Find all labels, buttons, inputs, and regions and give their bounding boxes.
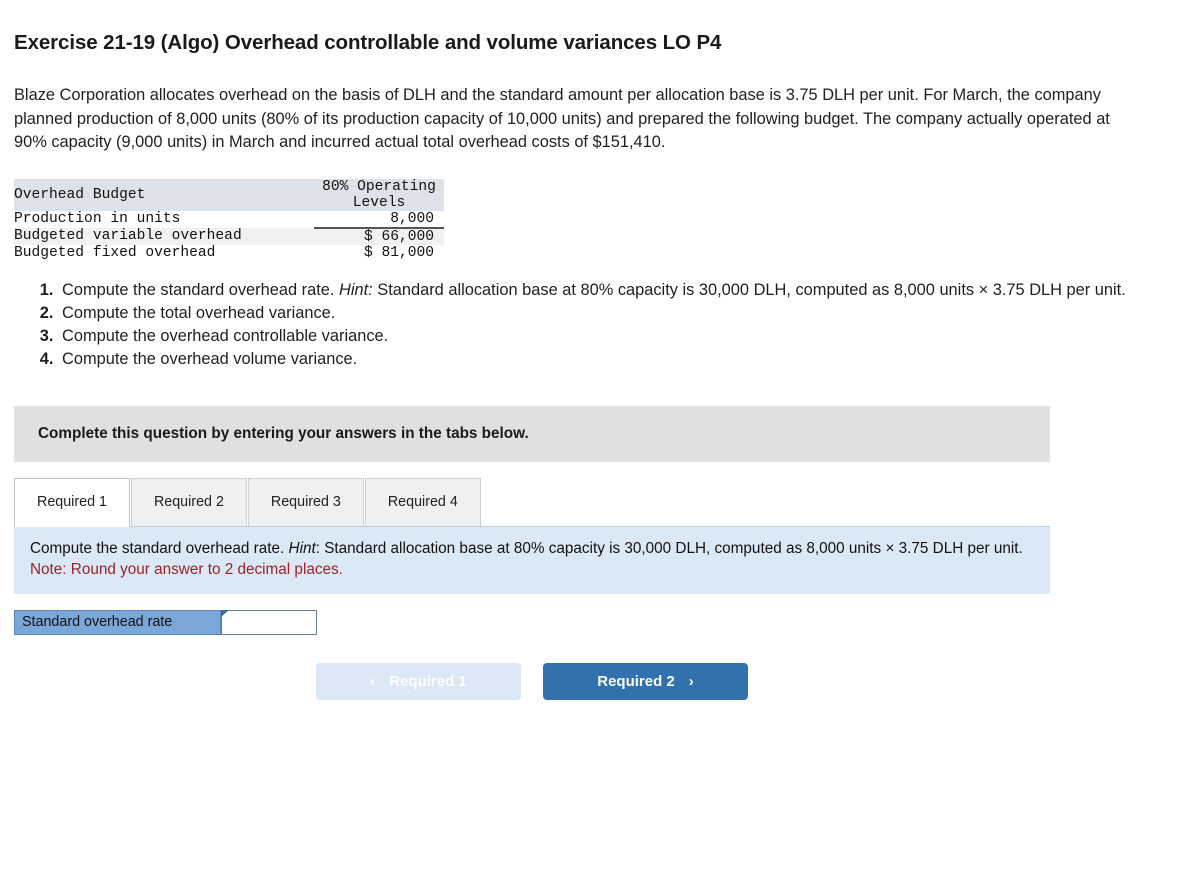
row-label: Budgeted variable overhead bbox=[14, 228, 242, 244]
table-header-label: Overhead Budget bbox=[14, 186, 146, 203]
tab-label: Required 4 bbox=[387, 493, 458, 510]
table-header-row: Overhead Budget 80% Operating Levels bbox=[14, 178, 444, 211]
answer-input-cell bbox=[221, 609, 317, 635]
intro-paragraph: Blaze Corporation allocates overhead on … bbox=[14, 86, 1110, 151]
exercise-page: Exercise 21-19 (Algo) Overhead controlla… bbox=[0, 31, 1200, 700]
tab-label: Required 2 bbox=[153, 493, 224, 510]
answer-row: Standard overhead rate bbox=[14, 609, 317, 635]
required-tabs: Required 1 Required 2 Required 3 Require… bbox=[14, 477, 1050, 527]
list-item: Compute the overhead volume variance. bbox=[58, 348, 1178, 370]
requirement-text-pre: Compute the overhead controllable varian… bbox=[62, 326, 389, 345]
requirements-list: Compute the standard overhead rate. Hint… bbox=[0, 279, 1178, 370]
page-title: Exercise 21-19 (Algo) Overhead controlla… bbox=[14, 31, 722, 54]
next-required-button[interactable]: Required 2 › bbox=[543, 662, 748, 700]
row-value: 8,000 bbox=[314, 210, 444, 229]
rounding-note: Note: Round your answer to 2 decimal pla… bbox=[30, 561, 343, 578]
tab-required-2[interactable]: Required 2 bbox=[130, 477, 247, 526]
instruction-text-post: : Standard allocation base at 80% capaci… bbox=[315, 539, 1023, 557]
answer-label: Standard overhead rate bbox=[14, 609, 221, 635]
previous-required-button[interactable]: ‹ Required 1 bbox=[316, 662, 521, 700]
table-header-column-line2: Levels bbox=[352, 194, 406, 211]
banner-text: Complete this question by entering your … bbox=[38, 424, 529, 442]
chevron-left-icon: ‹ bbox=[370, 672, 376, 690]
next-button-label: Required 2 bbox=[597, 672, 675, 690]
instruction-hint-label: Hint bbox=[288, 539, 316, 557]
requirement-text-pre: Compute the total overhead variance. bbox=[62, 303, 336, 322]
complete-question-banner: Complete this question by entering your … bbox=[14, 405, 1050, 462]
requirement-hint-label: Hint: bbox=[339, 280, 373, 299]
row-value: $ 81,000 bbox=[363, 244, 434, 261]
navigation-bar: ‹ Required 1 Required 2 › bbox=[14, 662, 1050, 700]
table-header-column-line1: 80% Operating bbox=[322, 178, 436, 195]
instruction-text-pre: Compute the standard overhead rate. bbox=[30, 539, 289, 557]
tab-label: Required 1 bbox=[37, 493, 107, 510]
standard-overhead-rate-input[interactable] bbox=[221, 609, 317, 635]
requirement-text-pre: Compute the overhead volume variance. bbox=[62, 349, 358, 368]
previous-button-label: Required 1 bbox=[389, 672, 467, 690]
row-value: $ 66,000 bbox=[363, 228, 434, 245]
requirement-text-pre: Compute the standard overhead rate. bbox=[62, 280, 339, 299]
table-header-column: 80% Operating Levels bbox=[314, 179, 444, 211]
list-item: Compute the standard overhead rate. Hint… bbox=[58, 279, 1178, 301]
list-item: Compute the total overhead variance. bbox=[58, 302, 1178, 324]
tab-required-4[interactable]: Required 4 bbox=[364, 477, 481, 526]
row-label: Production in units bbox=[14, 211, 181, 227]
tab-required-3[interactable]: Required 3 bbox=[247, 477, 364, 526]
flag-marker-icon bbox=[221, 609, 229, 617]
requirement-text-post: Standard allocation base at 80% capacity… bbox=[372, 280, 1126, 299]
row-label: Budgeted fixed overhead bbox=[14, 244, 216, 261]
instruction-panel: Compute the standard overhead rate. Hint… bbox=[14, 526, 1050, 594]
overhead-budget-table-wrapper: Overhead Budget 80% Operating Levels Pro… bbox=[14, 178, 1200, 261]
table-row: Production in units 8,000 bbox=[14, 210, 444, 229]
list-item: Compute the overhead controllable varian… bbox=[58, 325, 1178, 347]
tab-label: Required 3 bbox=[270, 493, 341, 510]
table-row: Budgeted variable overhead $ 66,000 bbox=[14, 227, 444, 245]
tab-required-1[interactable]: Required 1 bbox=[14, 477, 130, 527]
table-row: Budgeted fixed overhead $ 81,000 bbox=[14, 245, 444, 261]
overhead-budget-table: Overhead Budget 80% Operating Levels Pro… bbox=[14, 178, 444, 261]
chevron-right-icon: › bbox=[688, 672, 694, 690]
instruction-text: Compute the standard overhead rate. Hint… bbox=[30, 539, 1034, 560]
